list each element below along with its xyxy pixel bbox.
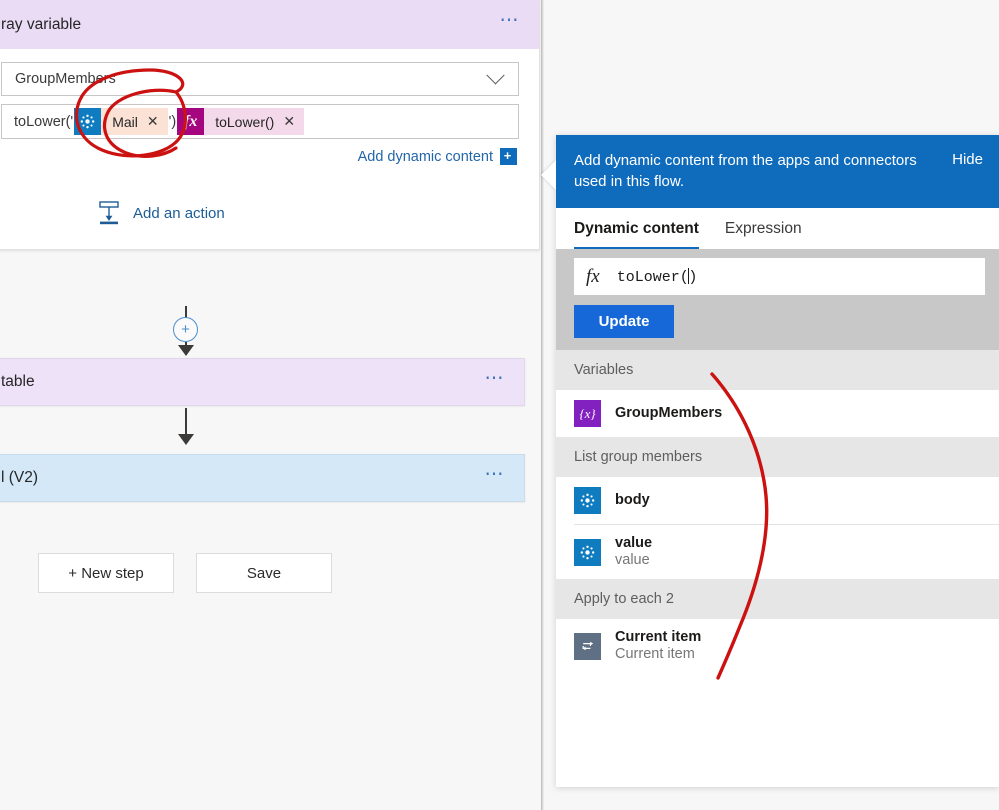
ellipsis-icon[interactable]: ⋯ xyxy=(485,369,507,391)
azure-ad-icon xyxy=(574,538,601,566)
dynamic-content-list: Variables {x} GroupMembers List group me… xyxy=(556,350,999,787)
group-header-list-group-members: List group members xyxy=(556,437,999,477)
loop-icon xyxy=(574,632,601,660)
dynamic-content-tabs: Dynamic content Expression xyxy=(556,208,999,249)
flow-arrowhead xyxy=(178,434,194,445)
list-item-subtitle: Current item xyxy=(615,646,695,662)
list-item-title: body xyxy=(615,492,650,508)
azure-ad-icon xyxy=(574,487,601,514)
list-item-title: value xyxy=(615,535,653,551)
add-an-action-zone: Add an action xyxy=(0,177,539,249)
append-to-array-variable-card[interactable]: ray variable ⋯ GroupMembers toLower(' Ma… xyxy=(0,0,540,250)
expression-input[interactable]: fx toLower() xyxy=(574,258,985,295)
tab-dynamic-content[interactable]: Dynamic content xyxy=(574,220,699,249)
add-an-action-label: Add an action xyxy=(133,205,225,222)
flow-designer-canvas: ray variable ⋯ GroupMembers toLower(' Ma… xyxy=(0,0,543,810)
bottom-button-bar: + New step Save xyxy=(38,553,332,593)
expression-editor-zone: fx toLower() Update xyxy=(556,249,999,350)
step-card-send-email[interactable]: l (V2) ⋯ xyxy=(0,454,525,502)
dynamic-content-header-text: Add dynamic content from the apps and co… xyxy=(574,152,917,190)
list-item-body[interactable]: body xyxy=(556,477,999,524)
dynamic-content-panel: Add dynamic content from the apps and co… xyxy=(541,135,999,787)
dynamic-token-mail[interactable]: Mail ✕ xyxy=(74,108,168,135)
add-an-action-button[interactable]: Add an action xyxy=(96,199,225,228)
flow-arrowhead xyxy=(178,345,194,356)
dynamic-token-tolower[interactable]: fx toLower() ✕ xyxy=(177,108,305,135)
variable-value-input[interactable]: toLower(' Mail ✕ ') fx toLower() ✕ xyxy=(1,104,519,139)
variable-name-value: GroupMembers xyxy=(15,71,116,87)
group-header-apply-to-each-2: Apply to each 2 xyxy=(556,579,999,619)
hide-panel-link[interactable]: Hide xyxy=(952,150,983,168)
plus-icon: + xyxy=(181,321,190,338)
add-dynamic-content-plus-icon[interactable]: + xyxy=(500,148,517,165)
list-item-current-item[interactable]: Current item Current item xyxy=(556,619,999,673)
fx-icon: fx xyxy=(177,108,205,135)
add-dynamic-content-row: Add dynamic content + xyxy=(1,148,519,165)
expression-value-after-caret: ) xyxy=(688,268,698,286)
step-title: table xyxy=(1,373,35,390)
save-button[interactable]: Save xyxy=(196,553,332,593)
update-button[interactable]: Update xyxy=(574,305,674,338)
callout-arrow-icon xyxy=(541,160,556,190)
fx-icon: fx xyxy=(586,265,600,287)
new-step-button[interactable]: + New step xyxy=(38,553,174,593)
close-icon[interactable]: ✕ xyxy=(283,113,295,130)
ellipsis-icon[interactable]: ⋯ xyxy=(500,11,522,33)
list-item-subtitle: value xyxy=(615,552,650,568)
variable-name-select[interactable]: GroupMembers xyxy=(1,62,519,96)
group-header-variables: Variables xyxy=(556,350,999,390)
list-item-title: Current item xyxy=(615,629,702,645)
expression-prefix-text: toLower(' xyxy=(14,113,74,130)
expression-value: toLower() xyxy=(616,267,698,286)
list-item-value[interactable]: value value xyxy=(574,524,999,579)
expression-value-before-caret: toLower( xyxy=(616,268,689,286)
insert-step-button[interactable]: + xyxy=(173,317,198,342)
list-item-groupmembers[interactable]: {x} GroupMembers xyxy=(556,390,999,437)
tab-expression[interactable]: Expression xyxy=(725,220,802,249)
expression-suffix-text: ') xyxy=(168,113,177,130)
list-item-title: GroupMembers xyxy=(615,405,723,421)
ellipsis-icon[interactable]: ⋯ xyxy=(485,465,507,487)
step-title: l (V2) xyxy=(1,469,39,486)
azure-ad-icon xyxy=(74,108,102,135)
insert-action-icon xyxy=(96,199,122,228)
action-card-body: GroupMembers toLower(' Mail ✕ ') fx toLo… xyxy=(0,49,539,177)
panel-divider xyxy=(541,0,544,810)
dynamic-token-label: Mail xyxy=(112,113,138,130)
step-card-create-html-table[interactable]: table ⋯ xyxy=(0,358,525,406)
close-icon[interactable]: ✕ xyxy=(147,113,159,130)
add-dynamic-content-link[interactable]: Add dynamic content xyxy=(358,149,493,165)
action-card-header: ray variable ⋯ xyxy=(0,0,539,49)
dynamic-content-header: Add dynamic content from the apps and co… xyxy=(556,135,999,208)
chevron-down-icon[interactable] xyxy=(486,65,505,84)
variable-icon: {x} xyxy=(574,400,601,427)
action-card-title: ray variable xyxy=(1,15,82,33)
dynamic-token-label: toLower() xyxy=(215,113,275,130)
